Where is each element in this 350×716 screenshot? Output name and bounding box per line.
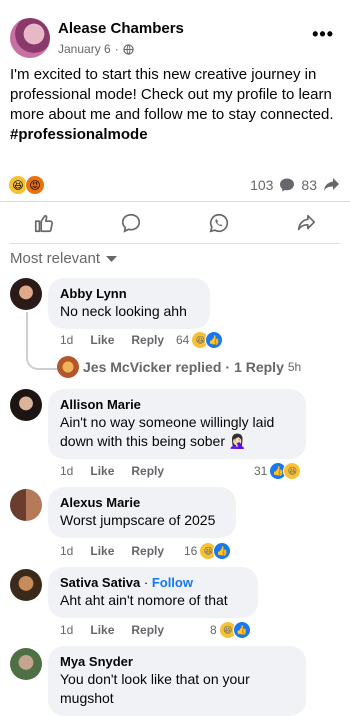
reply-time: 5h xyxy=(287,360,302,374)
share-arrow-icon xyxy=(324,178,339,191)
reply-thread-connector xyxy=(26,312,58,370)
commenter-name[interactable]: Alexus Marie xyxy=(60,494,224,511)
post-date-text: January 6 xyxy=(58,42,111,56)
angry-reaction-icon: 😡 xyxy=(25,175,45,195)
divider xyxy=(10,243,340,244)
reaction-count: 31 xyxy=(254,464,268,478)
post-date[interactable]: January 6 · xyxy=(58,42,134,56)
like-thumb-icon[interactable] xyxy=(33,212,55,234)
comment-text: Aht aht ain't nomore of that xyxy=(60,592,228,608)
reply-action[interactable]: Reply xyxy=(131,544,164,558)
post-action-bar xyxy=(0,210,350,236)
commenter-name[interactable]: Mya Snyder xyxy=(60,653,294,670)
reply-action[interactable]: Reply xyxy=(131,623,164,637)
comment-sort-dropdown[interactable]: Most relevant xyxy=(10,250,118,267)
globe-icon xyxy=(123,43,134,55)
haha-reaction-icon: 😆 xyxy=(283,462,302,480)
like-reaction-icon: 👍 xyxy=(205,331,224,349)
reply-avatar xyxy=(57,356,79,378)
whatsapp-icon[interactable] xyxy=(208,212,230,234)
share-count[interactable]: 83 xyxy=(301,177,317,193)
comment-reactions[interactable]: 16 😆 👍 xyxy=(184,542,232,560)
comment-time[interactable]: 1d xyxy=(60,333,73,347)
reaction-summary[interactable]: 😆 😡 xyxy=(8,175,45,195)
like-reaction-icon: 👍 xyxy=(232,621,251,639)
author-name[interactable]: Alease Chambers xyxy=(58,20,184,37)
comment-text: You don't look like that on your mugshot xyxy=(60,671,250,706)
like-action[interactable]: Like xyxy=(90,623,114,637)
comment-text: Worst jumpscare of 2025 xyxy=(60,512,216,528)
comment-text: Ain't no way someone willingly laid down… xyxy=(60,414,275,449)
reply-separator: · xyxy=(225,359,231,375)
commenter-avatar[interactable] xyxy=(10,489,42,521)
comment-bubble: Allison Marie Ain't no way someone willi… xyxy=(48,389,306,459)
like-action[interactable]: Like xyxy=(90,544,114,558)
hashtag-link[interactable]: #professionalmode xyxy=(10,126,148,143)
reply-count: 1 Reply xyxy=(234,359,284,375)
reply-action[interactable]: Reply xyxy=(131,464,164,478)
comment-reactions[interactable]: 31 👍 😆 xyxy=(254,462,302,480)
comment-reactions[interactable]: 8 😆 👍 xyxy=(210,621,251,639)
commenter-avatar[interactable] xyxy=(10,389,42,421)
comment-time[interactable]: 1d xyxy=(60,464,73,478)
follow-button[interactable]: Follow xyxy=(152,575,193,590)
author-avatar[interactable] xyxy=(10,18,50,58)
comment-time[interactable]: 1d xyxy=(60,623,73,637)
date-separator: · xyxy=(114,42,119,56)
reply-action[interactable]: Reply xyxy=(131,333,164,347)
post-body: I'm excited to start this new creative j… xyxy=(10,66,334,123)
follow-separator: · xyxy=(143,575,149,590)
commenter-avatar[interactable] xyxy=(10,569,42,601)
comment-bubble: Sativa Sativa · Follow Aht aht ain't nom… xyxy=(48,567,258,618)
commenter-avatar[interactable] xyxy=(10,278,42,310)
comment-reactions[interactable]: 64 😆 👍 xyxy=(176,331,224,349)
comment-meta: 1d Like Reply xyxy=(60,544,164,558)
view-replies-link[interactable]: Jes McVicker replied · 1 Reply 5h xyxy=(57,356,301,378)
reply-author: Jes McVicker xyxy=(83,359,172,375)
commenter-avatar[interactable] xyxy=(10,648,42,680)
comment-meta: 1d Like Reply xyxy=(60,464,164,478)
divider xyxy=(0,201,350,202)
commenter-name[interactable]: Sativa Sativa xyxy=(60,575,140,590)
sort-label: Most relevant xyxy=(10,250,101,267)
comment-bubble-icon xyxy=(280,178,295,192)
commenter-name-row: Sativa Sativa · Follow xyxy=(60,574,246,591)
comment-bubble: Abby Lynn No neck looking ahh xyxy=(48,278,210,329)
like-action[interactable]: Like xyxy=(90,464,114,478)
engagement-counts: 103 83 xyxy=(250,177,340,193)
post-text: I'm excited to start this new creative j… xyxy=(10,65,340,145)
comment-count[interactable]: 103 xyxy=(250,177,273,193)
like-action[interactable]: Like xyxy=(90,333,114,347)
commenter-name[interactable]: Abby Lynn xyxy=(60,285,198,302)
reaction-count: 64 xyxy=(176,333,190,347)
comment-time[interactable]: 1d xyxy=(60,544,73,558)
comment-meta: 1d Like Reply xyxy=(60,333,164,347)
commenter-name[interactable]: Allison Marie xyxy=(60,396,294,413)
share-icon[interactable] xyxy=(295,212,317,234)
reaction-count: 8 xyxy=(210,623,217,637)
reply-action-text: replied xyxy=(175,359,222,375)
comment-bubble: Mya Snyder You don't look like that on y… xyxy=(48,646,306,716)
comment-text: No neck looking ahh xyxy=(60,303,187,319)
comment-icon[interactable] xyxy=(120,212,142,234)
more-options-icon[interactable]: ••• xyxy=(312,24,334,45)
like-reaction-icon: 👍 xyxy=(213,542,232,560)
caret-down-icon xyxy=(106,255,118,262)
comment-meta: 1d Like Reply xyxy=(60,623,164,637)
comment-bubble: Alexus Marie Worst jumpscare of 2025 xyxy=(48,487,236,538)
reaction-count: 16 xyxy=(184,544,198,558)
